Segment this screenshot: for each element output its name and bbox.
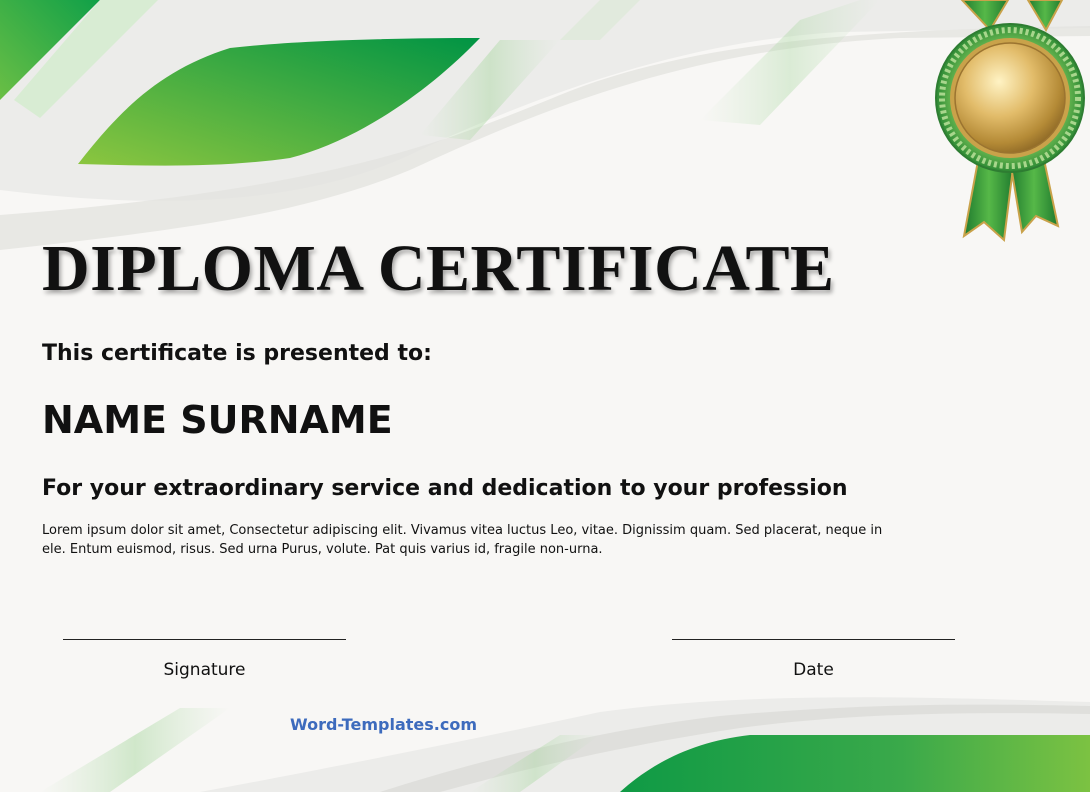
date-line bbox=[672, 639, 955, 640]
dedication-text: For your extraordinary service and dedic… bbox=[42, 476, 848, 501]
recipient-name: NAME SURNAME bbox=[42, 398, 393, 442]
signature-line bbox=[63, 639, 346, 640]
body-paragraph: Lorem ipsum dolor sit amet, Consectetur … bbox=[42, 523, 883, 557]
signature-label: Signature bbox=[163, 660, 246, 680]
gold-rosette-medal-icon bbox=[935, 0, 1085, 243]
certificate-page: DIPLOMA CERTIFICATE This certificate is … bbox=[0, 0, 1090, 792]
brand-link[interactable]: Word-Templates.com bbox=[290, 715, 477, 734]
certificate-title: DIPLOMA CERTIFICATE bbox=[42, 232, 835, 305]
date-label: Date bbox=[793, 660, 834, 680]
presented-to-label: This certificate is presented to: bbox=[42, 341, 432, 366]
